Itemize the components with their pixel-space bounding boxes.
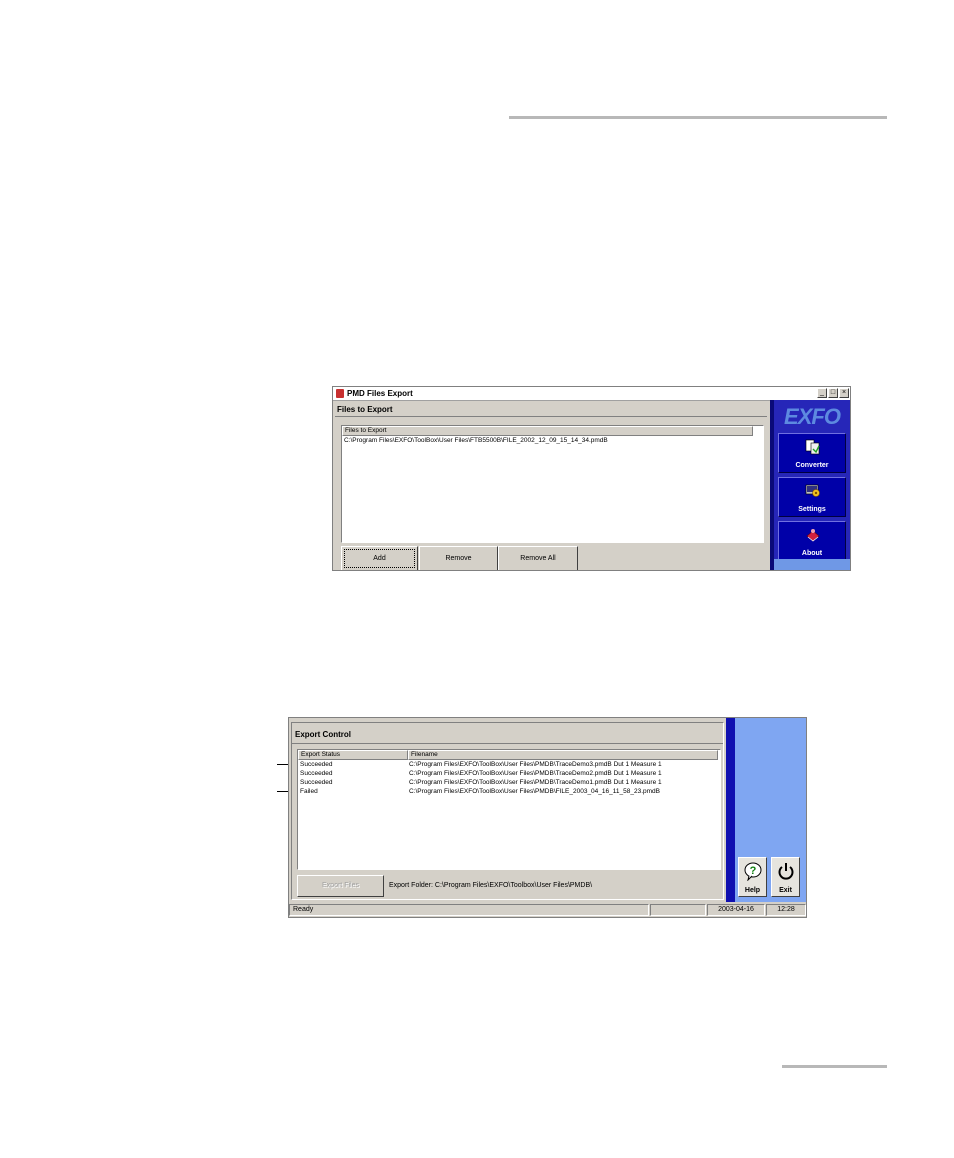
export-folder-text: Export Folder: C:\Program Files\EXFO\Too… [389, 882, 593, 889]
sidebar-divider [770, 400, 774, 570]
about-label: About [801, 550, 823, 557]
row-status[interactable]: Succeeded [300, 761, 333, 769]
sidebar: ? Help Exit [726, 718, 806, 902]
row-status[interactable]: Succeeded [300, 770, 333, 778]
row-filename[interactable]: C:\Program Files\EXFO\ToolBox\User Files… [409, 770, 662, 778]
divider [292, 743, 723, 744]
section-title: Export Control [295, 730, 351, 739]
status-time: 12:28 [766, 904, 806, 916]
about-icon [806, 529, 820, 542]
exfo-logo: EXFO [784, 404, 841, 429]
sidebar: EXFO Converter Settings About [770, 400, 850, 570]
exit-label: Exit [779, 887, 792, 894]
remove-button[interactable]: Remove [419, 546, 498, 570]
help-label: Help [744, 887, 761, 894]
status-pane-empty [650, 904, 706, 916]
help-icon: ? [744, 862, 762, 881]
converter-icon [805, 439, 820, 455]
column-header-filename[interactable]: Filename [408, 750, 718, 760]
list-column-header[interactable]: Files to Export [342, 426, 753, 436]
row-filename[interactable]: C:\Program Files\EXFO\ToolBox\User Files… [409, 761, 662, 769]
row-filename[interactable]: C:\Program Files\EXFO\ToolBox\User Files… [409, 788, 660, 796]
row-filename[interactable]: C:\Program Files\EXFO\ToolBox\User Files… [409, 779, 662, 787]
app-icon [336, 389, 344, 398]
exit-button[interactable]: Exit [771, 857, 800, 897]
help-button[interactable]: ? Help [738, 857, 767, 897]
window-title: PMD Files Export [347, 389, 413, 398]
column-header-export-status[interactable]: Export Status [298, 750, 408, 760]
section-title: Files to Export [337, 405, 393, 414]
row-status[interactable]: Failed [300, 788, 318, 796]
converter-label: Converter [795, 462, 829, 469]
sidebar-divider [726, 718, 735, 902]
settings-label: Settings [798, 506, 826, 513]
footer-rule [782, 1065, 887, 1068]
files-list[interactable]: Files to Export C:\Program Files\EXFO\To… [341, 425, 764, 543]
sidebar-bottom-strip [774, 559, 850, 570]
maximize-button[interactable]: □ [828, 388, 838, 398]
header-rule [509, 116, 887, 119]
power-icon [778, 863, 794, 880]
converter-button[interactable]: Converter [778, 433, 846, 473]
export-files-button[interactable]: Export Files [297, 875, 384, 897]
export-control-panel: Export Control Export Status Filename Su… [291, 722, 724, 900]
settings-button[interactable]: Settings [778, 477, 846, 517]
svg-text:?: ? [750, 865, 757, 877]
title-bar[interactable]: PMD Files Export _ □ × [333, 387, 850, 401]
list-item[interactable]: C:\Program Files\EXFO\ToolBox\User Files… [344, 437, 608, 445]
status-date: 2003-04-16 [707, 904, 765, 916]
divider [335, 416, 767, 417]
export-results-list[interactable]: Export Status Filename Succeeded C:\Prog… [297, 749, 721, 870]
row-status[interactable]: Succeeded [300, 779, 333, 787]
status-bar: Ready 2003-04-16 12:28 [289, 903, 806, 917]
settings-icon [805, 484, 820, 497]
export-control-window: Export Control Export Status Filename Su… [288, 717, 807, 918]
remove-all-button[interactable]: Remove All [498, 546, 578, 570]
add-button[interactable]: Add [341, 546, 418, 570]
pmd-files-export-window: PMD Files Export _ □ × Files to Export F… [332, 386, 851, 571]
close-button[interactable]: × [839, 388, 849, 398]
minimize-button[interactable]: _ [817, 388, 827, 398]
status-message: Ready [289, 904, 649, 916]
about-button[interactable]: About [778, 521, 846, 561]
